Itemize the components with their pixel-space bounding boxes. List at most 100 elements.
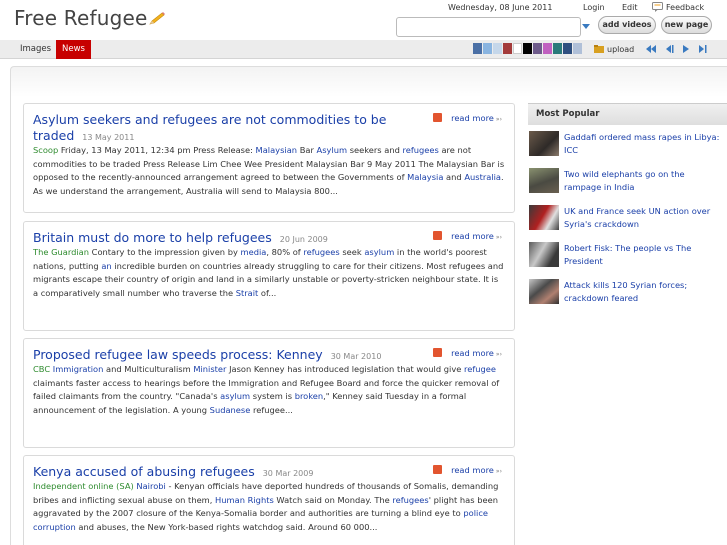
article-date: 20 Jun 2009 bbox=[279, 235, 328, 244]
readmore-link[interactable]: read more »› bbox=[433, 348, 502, 358]
body-text: system is bbox=[250, 391, 295, 401]
popular-item-link[interactable]: UK and France seek UN action over Syria'… bbox=[564, 205, 724, 230]
tab-news[interactable]: News bbox=[56, 40, 91, 59]
color-swatch[interactable] bbox=[573, 43, 582, 54]
color-swatch[interactable] bbox=[493, 43, 502, 54]
popular-item[interactable]: Gaddafi ordered mass rapes in Libya: ICC bbox=[528, 131, 727, 161]
body-text: seek bbox=[339, 247, 365, 257]
thumbnail-image[interactable] bbox=[529, 131, 559, 156]
popular-item-link[interactable]: Robert Fisk: The people vs The President bbox=[564, 242, 724, 267]
keyword-link[interactable]: asylum bbox=[220, 391, 250, 401]
article-card: read more »› Kenya accused of abusing ref… bbox=[23, 455, 515, 545]
keyword-link[interactable]: Australia bbox=[464, 172, 501, 182]
keyword-link[interactable]: Malaysia bbox=[407, 172, 443, 182]
article-source[interactable]: CBC bbox=[33, 364, 50, 374]
keyword-link[interactable]: Asylum bbox=[317, 145, 348, 155]
upload-button[interactable]: upload bbox=[594, 41, 634, 58]
rss-icon bbox=[433, 113, 443, 122]
color-swatch[interactable] bbox=[523, 43, 532, 54]
color-swatch[interactable] bbox=[553, 43, 562, 54]
article-source[interactable]: The Guardian bbox=[33, 247, 89, 257]
article-source[interactable]: Scoop bbox=[33, 145, 58, 155]
keyword-link[interactable]: Malaysian bbox=[256, 145, 298, 155]
most-popular-sidebar: Most Popular Gaddafi ordered mass rapes … bbox=[528, 103, 727, 545]
color-swatch[interactable] bbox=[543, 43, 552, 54]
popular-item[interactable]: Robert Fisk: The people vs The President bbox=[528, 242, 727, 272]
tab-images[interactable]: Images bbox=[14, 40, 57, 59]
popular-item[interactable]: Attack kills 120 Syrian forces; crackdow… bbox=[528, 279, 727, 309]
keyword-link[interactable]: Strait bbox=[236, 288, 259, 298]
color-swatch[interactable] bbox=[503, 43, 512, 54]
keyword-link[interactable]: asylum bbox=[364, 247, 394, 257]
readmore-link[interactable]: read more »› bbox=[433, 113, 502, 123]
article-title[interactable]: Britain must do more to help refugees bbox=[33, 230, 272, 245]
readmore-label: read more bbox=[451, 231, 494, 241]
last-icon[interactable] bbox=[697, 44, 709, 54]
edit-link[interactable]: Edit bbox=[622, 3, 638, 12]
article-body: Independent online (SA) Nairobi - Kenyan… bbox=[33, 480, 505, 534]
article-title[interactable]: Kenya accused of abusing refugees bbox=[33, 464, 255, 479]
popular-item-link[interactable]: Gaddafi ordered mass rapes in Libya: ICC bbox=[564, 131, 724, 156]
keyword-link[interactable]: refugee bbox=[464, 364, 496, 374]
site-logo[interactable]: Free Refugee bbox=[14, 6, 166, 30]
body-text: seekers and bbox=[347, 145, 403, 155]
article-body: Scoop Friday, 13 May 2011, 12:34 pm Pres… bbox=[33, 144, 505, 198]
thumbnail-image[interactable] bbox=[529, 279, 559, 304]
keyword-link[interactable]: Immigration bbox=[53, 364, 104, 374]
color-swatch[interactable] bbox=[473, 43, 482, 54]
login-link[interactable]: Login bbox=[583, 3, 605, 12]
popular-item-link[interactable]: Two wild elephants go on the rampage in … bbox=[564, 168, 724, 193]
popular-item[interactable]: UK and France seek UN action over Syria'… bbox=[528, 205, 727, 235]
first-icon[interactable] bbox=[645, 44, 657, 54]
article-source[interactable]: Independent online (SA) bbox=[33, 481, 134, 491]
keyword-link[interactable]: an bbox=[101, 261, 111, 271]
color-swatch[interactable] bbox=[483, 43, 492, 54]
keyword-link[interactable]: corruption bbox=[33, 522, 76, 532]
color-swatch[interactable] bbox=[533, 43, 542, 54]
rss-icon bbox=[433, 348, 443, 357]
keyword-link[interactable]: Minister bbox=[193, 364, 226, 374]
popular-item[interactable]: Two wild elephants go on the rampage in … bbox=[528, 168, 727, 198]
keyword-link[interactable]: refugees bbox=[303, 247, 339, 257]
keyword-link[interactable]: broken bbox=[295, 391, 323, 401]
readmore-label: read more bbox=[451, 113, 494, 123]
keyword-link[interactable]: refugees bbox=[403, 145, 439, 155]
feedback-link[interactable]: Feedback bbox=[652, 2, 704, 12]
next-icon[interactable] bbox=[680, 44, 692, 54]
keyword-link[interactable]: media bbox=[241, 247, 267, 257]
rss-icon bbox=[433, 231, 443, 240]
article-date: 30 Mar 2009 bbox=[262, 469, 314, 478]
pencil-icon bbox=[148, 7, 166, 25]
thumbnail-image[interactable] bbox=[529, 205, 559, 230]
feedback-icon bbox=[652, 2, 664, 12]
thumbnail-image[interactable] bbox=[529, 168, 559, 193]
new-page-button[interactable]: new page bbox=[661, 16, 712, 34]
keyword-link[interactable]: refugees bbox=[392, 495, 428, 505]
thumbnail-image[interactable] bbox=[529, 242, 559, 267]
previous-icon[interactable] bbox=[663, 44, 675, 54]
color-swatch[interactable] bbox=[513, 43, 522, 54]
article-title[interactable]: Proposed refugee law speeds process: Ken… bbox=[33, 347, 323, 362]
article-card: read more »› Asylum seekers and refugees … bbox=[23, 103, 515, 213]
arrow-icon: »› bbox=[495, 468, 502, 475]
arrow-icon: »› bbox=[495, 234, 502, 241]
keyword-link[interactable]: Sudanese bbox=[210, 405, 251, 415]
body-text: of... bbox=[258, 287, 277, 298]
popular-item-link[interactable]: Attack kills 120 Syrian forces; crackdow… bbox=[564, 279, 724, 304]
color-swatch[interactable] bbox=[563, 43, 572, 54]
search-dropdown-icon[interactable] bbox=[581, 21, 591, 31]
readmore-link[interactable]: read more »› bbox=[433, 465, 502, 475]
body-text: Watch said on Monday. The bbox=[273, 494, 393, 505]
keyword-link[interactable]: Human Rights bbox=[215, 495, 274, 505]
body-text: Contary to the impression given by bbox=[89, 247, 241, 257]
keyword-link[interactable]: Nairobi bbox=[136, 481, 165, 491]
search-input[interactable] bbox=[396, 17, 581, 37]
feedback-label: Feedback bbox=[666, 3, 705, 12]
keyword-link[interactable]: police bbox=[463, 508, 488, 518]
add-videos-button[interactable]: add videos bbox=[598, 16, 656, 34]
arrow-icon: »› bbox=[495, 116, 502, 123]
logo-text: Free Refugee bbox=[14, 6, 148, 30]
readmore-link[interactable]: read more »› bbox=[433, 231, 502, 241]
body-text: Friday, 13 May 2011, 12:34 pm Press Rele… bbox=[58, 145, 256, 155]
readmore-label: read more bbox=[451, 348, 494, 358]
